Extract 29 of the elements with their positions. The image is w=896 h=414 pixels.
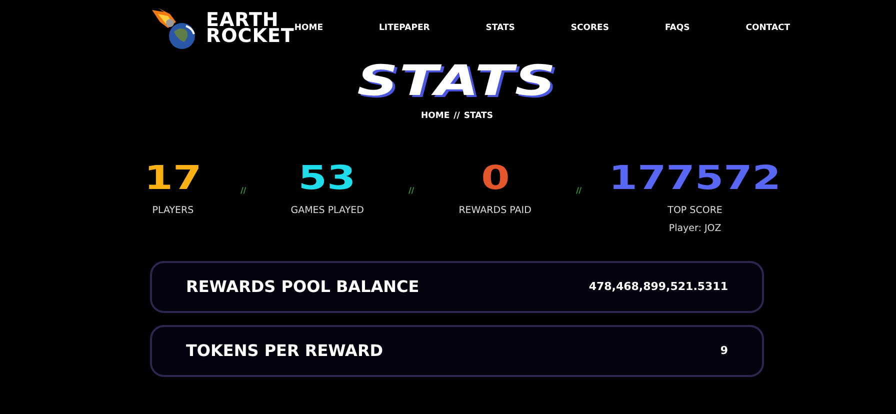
nav-link[interactable]: LITEPAPER [379, 22, 430, 34]
card-value: 9 [720, 342, 728, 358]
separator-text: // [240, 184, 246, 197]
stat-label: PLAYERS [151, 204, 195, 218]
card-value: 478,468,899,521.5311 [588, 278, 728, 294]
nav-link[interactable]: HOME [294, 22, 323, 34]
stat-label: TOP SCORE [666, 204, 724, 218]
logo-text: ROCKET [206, 28, 294, 44]
stat-value: 17 [144, 160, 202, 194]
nav-link[interactable]: FAQS [664, 22, 690, 34]
nav-link[interactable]: STATS [486, 22, 515, 34]
separator-text: // [408, 184, 414, 197]
stat-label: REWARDS PAID [458, 204, 532, 218]
stat-note: Player: JOZ [668, 222, 722, 236]
earth-rocket-icon [150, 6, 198, 50]
breadcrumb-link[interactable]: HOME [421, 110, 450, 123]
nav-link[interactable]: SCORES [570, 22, 609, 34]
logo-text: EARTH [206, 12, 279, 28]
nav-link[interactable]: CONTACT [746, 22, 790, 34]
stat-value: 53 [298, 160, 356, 194]
separator-text: // [576, 184, 582, 197]
page-title: STATS [357, 60, 557, 102]
stat-value: 177572 [608, 160, 782, 194]
breadcrumb-current: STATS [464, 110, 493, 123]
card-label: REWARDS POOL BALANCE [186, 276, 420, 298]
stat-label: GAMES PLAYED [290, 204, 364, 218]
breadcrumb-separator: // [454, 110, 460, 123]
card-label: TOKENS PER REWARD [186, 340, 384, 362]
stat-value: 0 [480, 160, 510, 194]
